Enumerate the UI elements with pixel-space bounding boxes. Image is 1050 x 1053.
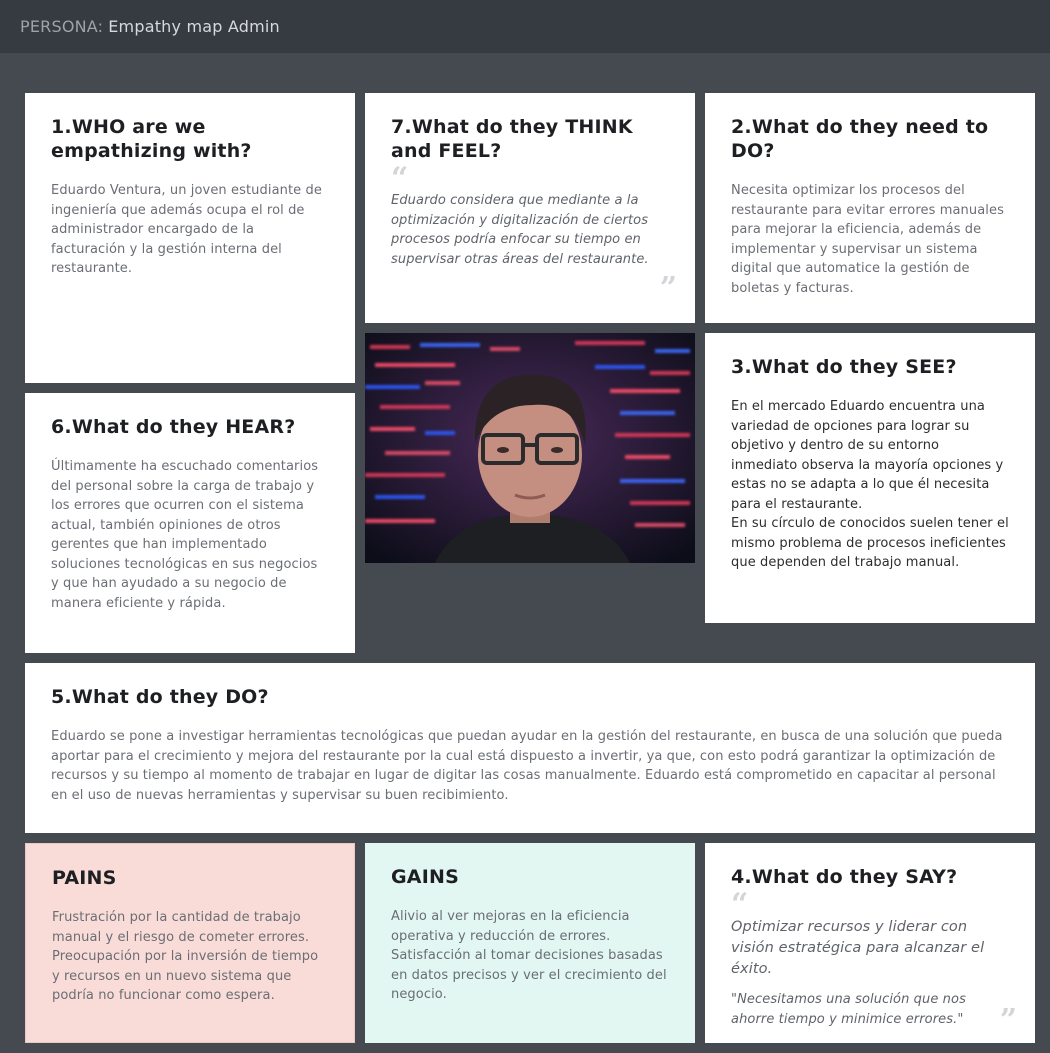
card-see-text-1: En el mercado Eduardo encuentra una vari…: [731, 399, 1004, 512]
card-say-quote-1: Optimizar recursos y liderar con visión …: [731, 919, 985, 977]
card-who: 1.WHO are we empathizing with? Eduardo V…: [25, 93, 355, 383]
card-who-title: 1.WHO are we empathizing with?: [51, 116, 252, 162]
card-need-title: 2.What do they need to DO?: [731, 116, 989, 162]
persona-photo: [365, 333, 695, 563]
card-need-text: Necesita optimizar los procesos del rest…: [731, 183, 1004, 296]
card-hear-text: Últimamente ha escuchado comentarios del…: [51, 459, 319, 611]
top-bar: PERSONA: Empathy map Admin: [0, 0, 1050, 53]
card-pains-text: Frustración por la cantidad de trabajo m…: [52, 910, 319, 1003]
card-hear: 6.What do they HEAR? Últimamente ha escu…: [25, 393, 355, 653]
card-need: 2.What do they need to DO? Necesita opti…: [705, 93, 1035, 323]
card-who-text: Eduardo Ventura, un joven estudiante de …: [51, 183, 322, 276]
card-gains: GAINS Alivio al ver mejoras en la eficie…: [365, 843, 695, 1043]
card-think-quote: Eduardo considera que mediante a la opti…: [391, 193, 649, 267]
persona-photo-icon: [365, 333, 695, 563]
card-do: 5.What do they DO? Eduardo se pone a inv…: [25, 663, 1035, 833]
card-do-text: Eduardo se pone a investigar herramienta…: [51, 729, 1003, 803]
card-pains-title: PAINS: [52, 867, 117, 889]
page-title: Empathy map Admin: [108, 17, 280, 36]
card-see-title: 3.What do they SEE?: [731, 356, 957, 378]
quote-close-icon: ”: [999, 1003, 1017, 1038]
card-say-title: 4.What do they SAY?: [731, 866, 958, 888]
card-see-text-2: En su círculo de conocidos suelen tener …: [731, 516, 1009, 570]
card-think-title: 7.What do they THINK and FEEL?: [391, 116, 633, 162]
card-gains-text: Alivio al ver mejoras en la eficiencia o…: [391, 909, 667, 1002]
card-hear-title: 6.What do they HEAR?: [51, 416, 296, 438]
card-do-title: 5.What do they DO?: [51, 686, 269, 708]
card-think: 7.What do they THINK and FEEL? “ Eduardo…: [365, 93, 695, 323]
card-see: 3.What do they SEE? En el mercado Eduard…: [705, 333, 1035, 623]
card-pains: PAINS Frustración por la cantidad de tra…: [25, 843, 355, 1043]
card-say-quote-2: "Necesitamos una solución que nos ahorre…: [731, 992, 966, 1027]
quote-close-icon: ”: [659, 271, 677, 306]
card-gains-title: GAINS: [391, 866, 459, 888]
quote-open-icon: “: [391, 161, 409, 196]
card-say: 4.What do they SAY? “ Optimizar recursos…: [705, 843, 1035, 1043]
persona-prefix: PERSONA:: [20, 17, 104, 36]
quote-open-icon: “: [731, 887, 749, 922]
